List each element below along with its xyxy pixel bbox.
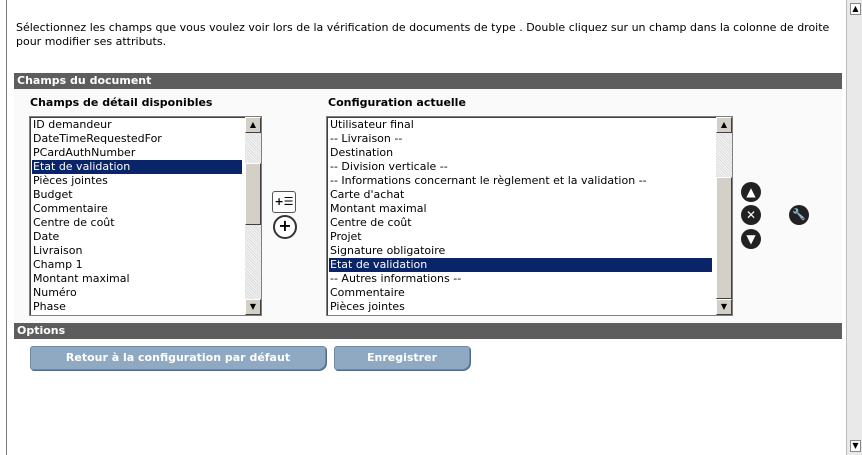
- list-item[interactable]: Etat de validation: [329, 258, 712, 272]
- list-item[interactable]: -- Autres informations --: [329, 272, 712, 286]
- scroll-thumb[interactable]: [245, 163, 261, 225]
- list-item[interactable]: Etat de validation: [32, 160, 242, 174]
- list-item[interactable]: Utilisateur final: [329, 118, 712, 132]
- scroll-up-arrow-icon[interactable]: ▲: [850, 3, 861, 15]
- list-item[interactable]: Montant maximal: [329, 202, 712, 216]
- intro-instructions: Sélectionnez les champs que vous voulez …: [16, 21, 830, 48]
- list-item[interactable]: Pièces jointes: [329, 300, 712, 314]
- section-header-options: Options: [14, 323, 842, 339]
- save-button[interactable]: Enregistrer: [334, 346, 470, 370]
- list-item[interactable]: Budget: [32, 188, 242, 202]
- list-item[interactable]: -- Informations concernant le règlement …: [329, 174, 712, 188]
- available-fields-list[interactable]: ID demandeur DateTimeRequestedFor PCardAut…: [29, 116, 262, 316]
- list-item[interactable]: Date: [32, 230, 242, 244]
- list-item[interactable]: Centre de coût: [329, 216, 712, 230]
- scroll-thumb[interactable]: [716, 177, 732, 299]
- available-fields-heading: Champs de détail disponibles: [30, 96, 213, 109]
- current-config-list[interactable]: Utilisateur final -- Livraison -- Destinat…: [326, 116, 733, 316]
- scroll-down-arrow-icon[interactable]: ▼: [850, 440, 861, 452]
- page-scrollbar[interactable]: ▲ ▼: [846, 0, 862, 455]
- list-item[interactable]: Projet: [329, 230, 712, 244]
- list-item[interactable]: Phase: [32, 300, 242, 314]
- plus-circle-icon[interactable]: +: [273, 215, 297, 239]
- list-item[interactable]: Montant maximal: [32, 272, 242, 286]
- add-to-list-icon[interactable]: +☰: [272, 191, 296, 213]
- scroll-down-icon[interactable]: ▼: [245, 299, 261, 315]
- available-list-scrollbar[interactable]: ▲ ▼: [245, 117, 261, 315]
- list-item[interactable]: Pièces jointes: [32, 174, 242, 188]
- scroll-up-icon[interactable]: ▲: [716, 117, 732, 133]
- list-item[interactable]: Destination: [329, 146, 712, 160]
- list-item[interactable]: Champ 1: [32, 258, 242, 272]
- arrow-down-icon[interactable]: ▼: [741, 229, 761, 249]
- list-item[interactable]: DateTimeRequestedFor: [32, 132, 242, 146]
- list-item[interactable]: Commentaire: [32, 202, 242, 216]
- current-config-heading: Configuration actuelle: [328, 96, 466, 109]
- list-item[interactable]: ID demandeur: [32, 118, 242, 132]
- list-item[interactable]: Centre de coût: [32, 216, 242, 230]
- list-item[interactable]: Commentaire: [329, 286, 712, 300]
- scroll-down-icon[interactable]: ▼: [716, 299, 732, 315]
- section-header-fields: Champs du document: [14, 73, 842, 89]
- current-list-scrollbar[interactable]: ▲ ▼: [716, 117, 732, 315]
- list-item[interactable]: Numéro: [32, 286, 242, 300]
- scroll-up-icon[interactable]: ▲: [245, 117, 261, 133]
- list-item[interactable]: -- Division verticale --: [329, 160, 712, 174]
- reset-default-button[interactable]: Retour à la configuration par défaut: [30, 346, 326, 370]
- list-item[interactable]: Signature obligatoire: [329, 244, 712, 258]
- list-item[interactable]: PCardAuthNumber: [32, 146, 242, 160]
- x-circle-icon[interactable]: ✕: [741, 205, 761, 225]
- wrench-icon[interactable]: 🔧: [789, 205, 809, 225]
- arrow-up-icon[interactable]: ▲: [741, 182, 761, 202]
- list-item[interactable]: -- Livraison --: [329, 132, 712, 146]
- list-item[interactable]: Livraison: [32, 244, 242, 258]
- list-item[interactable]: Carte d'achat: [329, 188, 712, 202]
